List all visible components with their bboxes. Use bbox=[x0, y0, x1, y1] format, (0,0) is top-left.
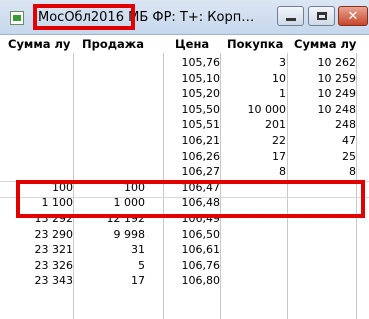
cell-price[interactable]: 105,10 bbox=[163, 71, 221, 87]
cell-sell[interactable] bbox=[73, 86, 145, 102]
cell-buy-sum[interactable] bbox=[287, 227, 356, 243]
cell-buy-sum[interactable]: 10 259 bbox=[287, 71, 357, 87]
column-header-buy[interactable]: Покупка bbox=[227, 37, 291, 51]
title-bar: МосОбл2016 МБ ФР: Т+: Корп… ✕ bbox=[0, 0, 369, 35]
cell-buy[interactable]: 8 bbox=[220, 164, 286, 180]
cell-sell-sum[interactable] bbox=[0, 86, 73, 102]
cell-buy-sum[interactable]: 8 bbox=[287, 164, 356, 180]
minimize-button[interactable] bbox=[277, 6, 304, 26]
column-header-price[interactable]: Цена bbox=[175, 37, 219, 51]
cell-buy-sum[interactable] bbox=[287, 242, 356, 258]
table-row[interactable]: 105,20 1 10 249 bbox=[0, 86, 369, 102]
cell-buy[interactable] bbox=[220, 242, 286, 258]
maximize-icon bbox=[316, 12, 327, 20]
cell-sell-sum[interactable] bbox=[0, 149, 73, 165]
cell-sell[interactable] bbox=[73, 133, 145, 149]
cell-buy-sum[interactable]: 10 249 bbox=[287, 86, 357, 102]
cell-buy-sum[interactable]: 47 bbox=[287, 133, 356, 149]
cell-buy[interactable]: 3 bbox=[220, 55, 286, 71]
table-row[interactable]: 23 321 31 106,61 bbox=[0, 242, 369, 258]
cell-buy-sum[interactable]: 248 bbox=[287, 117, 356, 133]
close-icon: ✕ bbox=[347, 8, 359, 24]
cell-sell-sum[interactable]: 23 290 bbox=[0, 227, 74, 243]
cell-buy-sum[interactable] bbox=[287, 273, 356, 289]
order-book-grid[interactable]: Сумма лу Продажа Цена Покупка Сумма лу 1… bbox=[0, 35, 369, 319]
cell-sell-sum[interactable] bbox=[0, 55, 73, 71]
cell-price[interactable]: 106,21 bbox=[163, 133, 221, 149]
cell-buy-sum[interactable]: 10 248 bbox=[287, 102, 357, 118]
table-row[interactable]: 106,21 22 47 bbox=[0, 133, 369, 149]
cell-sell[interactable] bbox=[73, 102, 145, 118]
cell-buy[interactable]: 22 bbox=[220, 133, 286, 149]
cell-buy[interactable]: 1 bbox=[220, 86, 286, 102]
cell-sell-sum[interactable]: 23 321 bbox=[0, 242, 74, 258]
cell-buy-sum[interactable]: 10 262 bbox=[287, 55, 357, 71]
cell-price[interactable]: 106,80 bbox=[163, 273, 221, 289]
table-row[interactable]: 106,27 8 8 bbox=[0, 164, 369, 180]
cell-buy[interactable] bbox=[220, 273, 286, 289]
cell-sell[interactable] bbox=[73, 164, 145, 180]
table-row[interactable]: 106,26 17 25 bbox=[0, 149, 369, 165]
minimize-icon bbox=[285, 17, 296, 21]
grid-header: Сумма лу Продажа Цена Покупка Сумма лу bbox=[0, 35, 369, 53]
cell-sell-sum[interactable] bbox=[0, 71, 73, 87]
cell-price[interactable]: 105,20 bbox=[163, 86, 221, 102]
cell-buy[interactable]: 10 bbox=[220, 71, 286, 87]
close-button[interactable]: ✕ bbox=[338, 6, 368, 26]
table-row[interactable]: 23 343 17 106,80 bbox=[0, 273, 369, 289]
cell-sell[interactable]: 9 998 bbox=[73, 227, 146, 243]
cell-sell[interactable]: 17 bbox=[73, 273, 145, 289]
table-row[interactable]: 105,50 10 000 10 248 bbox=[0, 102, 369, 118]
cell-price[interactable]: 106,50 bbox=[163, 227, 221, 243]
maximize-button[interactable] bbox=[308, 6, 335, 26]
table-row[interactable]: 105,51 201 248 bbox=[0, 117, 369, 133]
cell-sell-sum[interactable] bbox=[0, 102, 73, 118]
cell-price[interactable]: 105,50 bbox=[163, 102, 221, 118]
cell-price[interactable]: 106,27 bbox=[163, 164, 221, 180]
cell-buy[interactable]: 201 bbox=[220, 117, 286, 133]
cell-buy[interactable]: 17 bbox=[220, 149, 286, 165]
cell-sell[interactable]: 31 bbox=[73, 242, 145, 258]
cell-sell[interactable] bbox=[73, 55, 145, 71]
cell-price[interactable]: 106,26 bbox=[163, 149, 221, 165]
column-header-buy-sum[interactable]: Сумма лу bbox=[294, 37, 362, 51]
cell-sell[interactable] bbox=[73, 149, 145, 165]
cell-price[interactable]: 106,61 bbox=[163, 242, 221, 258]
best-bid-ask-highlight-box bbox=[16, 180, 365, 218]
cell-sell[interactable] bbox=[73, 117, 145, 133]
table-row[interactable]: 105,76 3 10 262 bbox=[0, 55, 369, 71]
cell-buy-sum[interactable]: 25 bbox=[287, 149, 356, 165]
cell-buy[interactable] bbox=[220, 227, 286, 243]
cell-sell-sum[interactable] bbox=[0, 164, 73, 180]
column-header-sell-sum[interactable]: Сумма лу bbox=[8, 37, 82, 51]
cell-sell-sum[interactable] bbox=[0, 117, 73, 133]
window-title-market: МБ ФР: Т+: Корп… bbox=[128, 10, 255, 25]
cell-buy[interactable] bbox=[220, 258, 286, 274]
cell-price[interactable]: 105,76 bbox=[163, 55, 221, 71]
cell-buy-sum[interactable] bbox=[287, 258, 356, 274]
app-icon bbox=[10, 11, 24, 25]
table-row[interactable]: 23 290 9 998 106,50 bbox=[0, 227, 369, 243]
table-row[interactable]: 105,10 10 10 259 bbox=[0, 71, 369, 87]
cell-sell-sum[interactable]: 23 343 bbox=[0, 273, 74, 289]
cell-sell-sum[interactable]: 23 326 bbox=[0, 258, 74, 274]
cell-sell-sum[interactable] bbox=[0, 133, 73, 149]
title-highlight-box bbox=[33, 4, 135, 30]
cell-price[interactable]: 105,51 bbox=[163, 117, 221, 133]
table-row[interactable]: 23 326 5 106,76 bbox=[0, 258, 369, 274]
cell-sell[interactable] bbox=[73, 71, 145, 87]
cell-price[interactable]: 106,76 bbox=[163, 258, 221, 274]
column-header-sell[interactable]: Продажа bbox=[82, 37, 156, 51]
cell-sell[interactable]: 5 bbox=[73, 258, 145, 274]
cell-buy[interactable]: 10 000 bbox=[220, 102, 287, 118]
